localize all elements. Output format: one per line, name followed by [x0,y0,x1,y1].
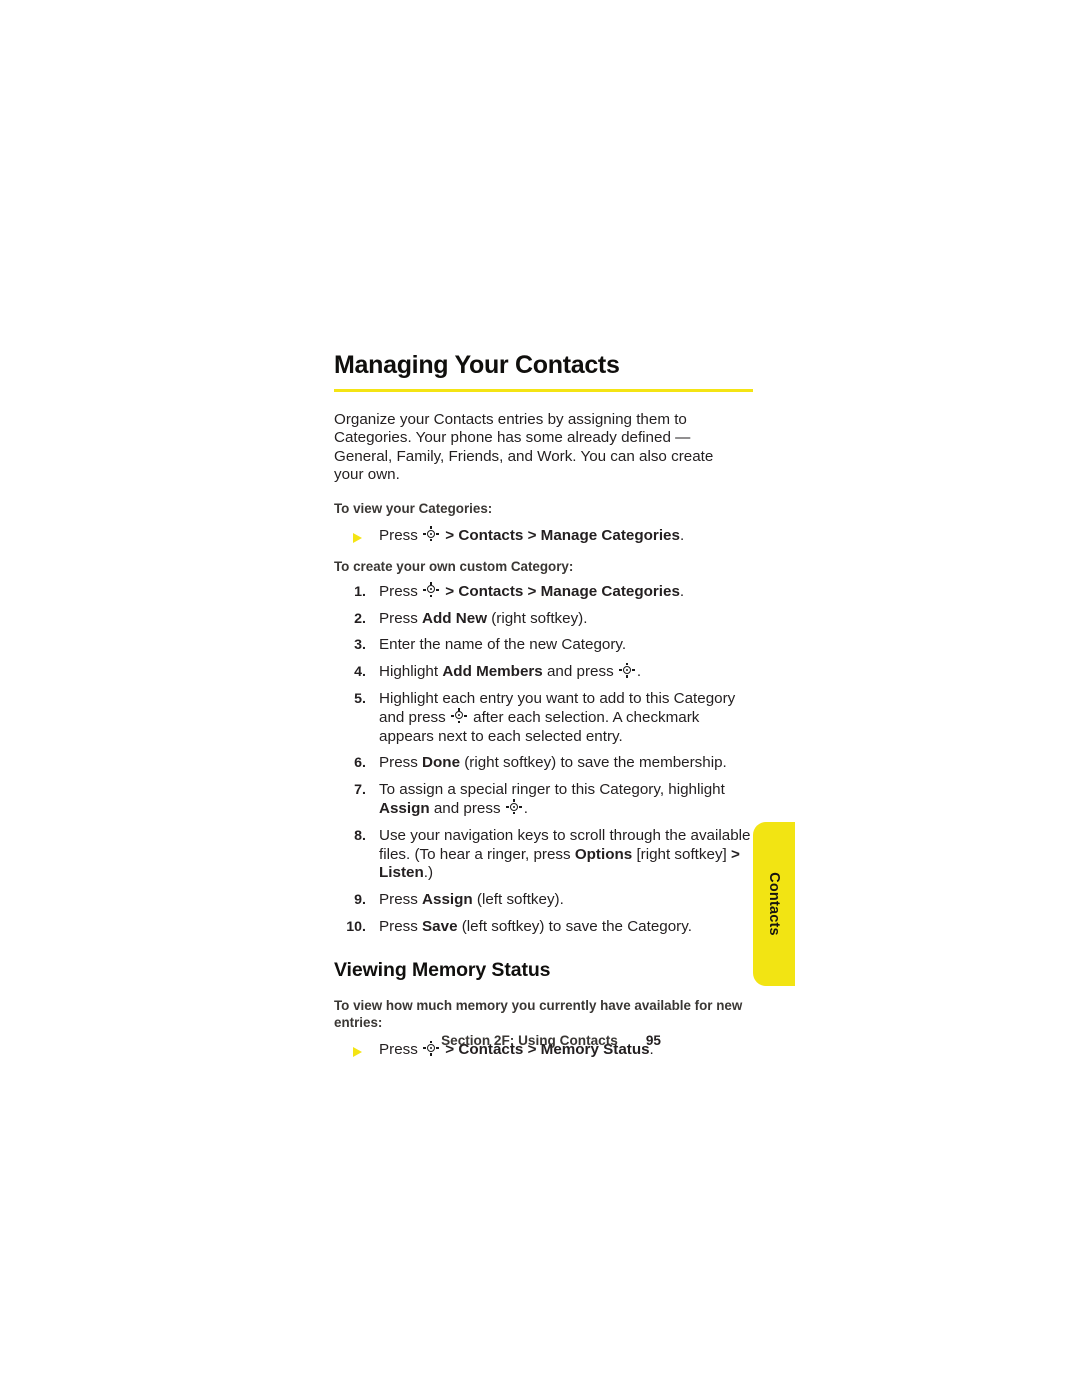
step-text: . [636,663,642,681]
period: . [679,527,685,545]
view-categories-bullet-list: Press > Contacts > Manage Categories. [334,526,754,546]
subhead-memory-status: To view how much memory you currently ha… [334,998,743,1031]
step-number: 3. [354,637,366,654]
step-text-emphasis: Assign [379,800,430,818]
navigation-key-icon [423,582,440,598]
step-text-emphasis: > [730,845,740,863]
list-item: 3. Enter the name of the new Category. [334,636,754,655]
step-number: 5. [354,691,366,708]
step-text: Press [379,609,423,627]
page-title: Managing Your Contacts [334,351,620,379]
step-text-emphasis: Assign [422,891,473,909]
side-tab-label: Contacts [766,872,782,936]
step-text: (right softkey). [487,609,588,627]
subhead-view-categories: To view your Categories: [334,501,493,517]
step-text: Press [379,891,423,909]
step-text: Press [379,918,423,936]
content-column: Managing Your Contacts Organize your Con… [334,351,754,1060]
step-number: 10. [346,919,366,936]
list-item: 1. Press > Contacts > Manage Categories. [334,582,754,602]
navigation-key-icon [451,708,468,724]
step-text-emphasis: Listen [379,864,424,882]
step-number: 4. [354,664,366,681]
navigation-key-icon [423,526,440,542]
step-text: . [679,582,685,600]
step-number: 8. [354,827,366,844]
step-text: To assign a special ringer to this Categ… [379,781,725,799]
step-text: and press [542,663,618,681]
navigation-key-icon [505,799,523,815]
document-page: Managing Your Contacts Organize your Con… [0,0,1080,1397]
title-rule [334,388,753,392]
step-text-emphasis: Add Members [442,663,543,681]
step-number: 9. [354,892,366,909]
step-text-emphasis: Save [422,918,458,936]
step-text: .) [423,864,434,882]
step-text: Press [379,582,423,600]
list-item: Press > Contacts > Manage Categories. [334,526,754,546]
list-item: 9. Press Assign (left softkey). [334,891,754,910]
side-tab-contacts: Contacts [753,822,795,986]
triangle-bullet-icon [353,533,362,544]
step-text: (right softkey) to save the membership. [460,754,727,772]
step-text: Highlight [379,663,443,681]
step-text: Enter the name of the new Category. [379,636,627,654]
list-item: 10. Press Save (left softkey) to save the… [334,918,754,937]
section-title-memory-status: Viewing Memory Status [334,958,551,981]
step-text: . [523,800,529,818]
menu-path: > Contacts > Manage Categories [445,527,680,545]
page-number: 95 [645,1033,661,1048]
create-category-step-list: 1. Press > Contacts > Manage Categories. 2… [334,582,754,937]
list-item: 4. Highlight Add Members and press . [334,662,754,682]
step-text-emphasis: Done [422,754,461,772]
step-number: 6. [354,755,366,772]
step-text: Press [379,754,423,772]
intro-paragraph: Organize your Contacts entries by assign… [334,410,714,484]
subhead-create-category: To create your own custom Category: [334,558,574,574]
step-text-emphasis: > Contacts > Manage Categories [441,582,680,600]
list-item: 2. Press Add New (right softkey). [334,610,754,629]
step-text-emphasis: Options [574,845,633,863]
step-number: 1. [354,583,366,600]
step-number: 7. [354,782,366,799]
list-item: 5. Highlight each entry you want to add t… [334,690,754,746]
step-text: (left softkey) to save the Category. [457,918,692,936]
navigation-key-icon [619,662,636,678]
step-text: [right softkey] [632,845,731,863]
list-item: 6. Press Done (right softkey) to save the… [334,754,754,773]
step-text: (left softkey). [472,891,564,909]
list-item: 8. Use your navigation keys to scroll thr… [334,827,754,883]
step-text-emphasis: Add New [422,609,488,627]
footer-section-label: Section 2F: Using Contacts [441,1033,618,1048]
press-label: Press [379,527,418,545]
triangle-bullet-icon [353,1047,362,1058]
step-text: and press [429,800,505,818]
list-item: 7. To assign a special ringer to this Cat… [334,781,754,819]
step-number: 2. [354,610,366,627]
page-footer: Section 2F: Using Contacts 95 [334,1033,768,1048]
